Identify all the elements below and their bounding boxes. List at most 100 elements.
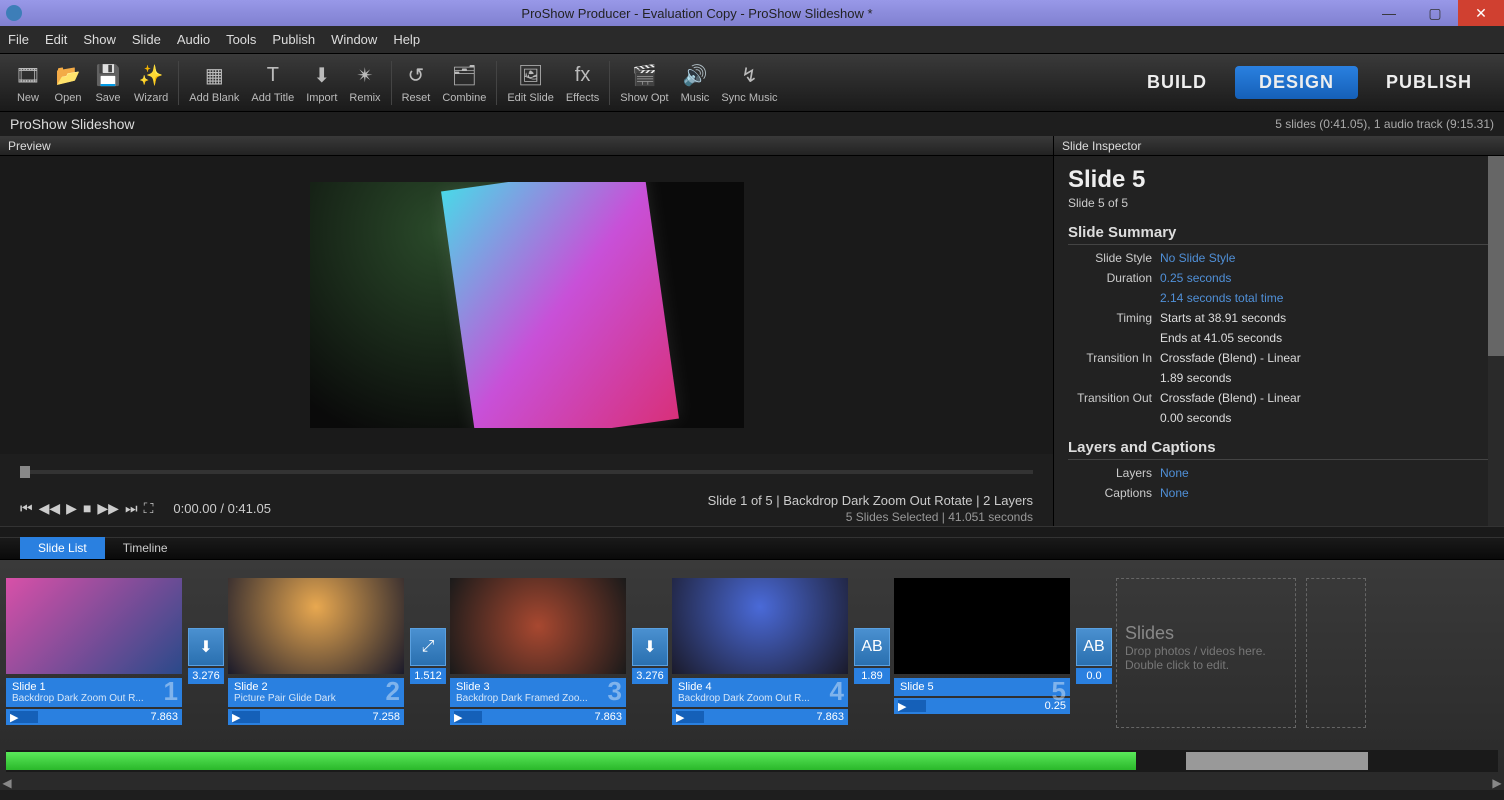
- effects-button[interactable]: fxEffects: [560, 60, 605, 106]
- slide-cell[interactable]: 1Slide 1Backdrop Dark Zoom Out R... ▶ 7.…: [6, 578, 182, 725]
- inspector-row-value: 0.00 seconds: [1160, 411, 1231, 425]
- menu-edit[interactable]: Edit: [45, 32, 67, 47]
- play-icon[interactable]: ▶: [10, 711, 24, 723]
- preview-info: Slide 1 of 5 | Backdrop Dark Zoom Out Ro…: [708, 493, 1033, 524]
- slide-thumbnail[interactable]: [228, 578, 404, 674]
- prev-button[interactable]: ◀◀: [39, 500, 61, 517]
- save-icon: 💾: [94, 62, 122, 90]
- inspector-row: CaptionsNone: [1068, 486, 1490, 500]
- slider-thumb[interactable]: [20, 466, 30, 478]
- build-tab[interactable]: BUILD: [1123, 66, 1231, 99]
- slide-thumbnail[interactable]: [450, 578, 626, 674]
- preview-info-line2: 5 Slides Selected | 41.051 seconds: [708, 510, 1033, 524]
- scroll-left-button[interactable]: ◀: [0, 776, 14, 790]
- inspector-slide-subtitle: Slide 5 of 5: [1068, 196, 1490, 210]
- slide-thumbnail[interactable]: [894, 578, 1070, 674]
- slide-cell[interactable]: 5Slide 5 ▶ 0.25: [894, 578, 1070, 714]
- layers-icon[interactable]: [912, 700, 926, 712]
- inspector-scrollbar[interactable]: [1488, 156, 1504, 526]
- inspector-row-value[interactable]: 2.14 seconds total time: [1160, 291, 1283, 305]
- transition-button[interactable]: ⬇: [632, 628, 668, 666]
- scrollbar-thumb[interactable]: [1488, 156, 1504, 356]
- toolbar: 🎞New 📂Open 💾Save ✨Wizard ▦Add Blank TAdd…: [0, 54, 1504, 112]
- slide-cell[interactable]: 4Slide 4Backdrop Dark Zoom Out R... ▶ 7.…: [672, 578, 848, 725]
- play-icon[interactable]: ▶: [454, 711, 468, 723]
- slide-thumbnail[interactable]: [672, 578, 848, 674]
- menu-slide[interactable]: Slide: [132, 32, 161, 47]
- menu-help[interactable]: Help: [393, 32, 420, 47]
- preview-image: [310, 182, 744, 428]
- slide-cell[interactable]: 2Slide 2Picture Pair Glide Dark ▶ 7.258: [228, 578, 404, 725]
- sync-music-icon: ↯: [735, 62, 763, 90]
- inspector-row-value[interactable]: 0.25 seconds: [1160, 271, 1231, 285]
- last-button[interactable]: ⏭: [125, 500, 138, 517]
- menu-publish[interactable]: Publish: [272, 32, 315, 47]
- play-icon[interactable]: ▶: [898, 700, 912, 712]
- preview-slider[interactable]: [20, 462, 1033, 482]
- transition-button[interactable]: ⬇: [188, 628, 224, 666]
- bottom-scrollbar[interactable]: ◀ ▶: [0, 776, 1504, 790]
- menu-tools[interactable]: Tools: [226, 32, 256, 47]
- transition-button[interactable]: AB: [854, 628, 890, 666]
- close-button[interactable]: ✕: [1458, 0, 1504, 26]
- inspector-row-label: [1068, 331, 1160, 345]
- edit-slide-button[interactable]: 🖼Edit Slide: [501, 60, 559, 106]
- scroll-right-button[interactable]: ▶: [1490, 776, 1504, 790]
- slide-thumbnail[interactable]: [6, 578, 182, 674]
- inspector-row-label: Transition In: [1068, 351, 1160, 365]
- inspector-row-value: Starts at 38.91 seconds: [1160, 311, 1286, 325]
- audio-waveform[interactable]: [6, 750, 1498, 772]
- play-icon[interactable]: ▶: [676, 711, 690, 723]
- slide-duration: 7.258: [372, 711, 400, 723]
- publish-tab[interactable]: PUBLISH: [1362, 66, 1496, 99]
- fullscreen-button[interactable]: ⛶: [144, 500, 154, 517]
- inspector-row-value[interactable]: None: [1160, 466, 1189, 480]
- open-button[interactable]: 📂Open: [48, 60, 88, 106]
- layers-icon[interactable]: [246, 711, 260, 723]
- next-button[interactable]: ▶▶: [97, 500, 119, 517]
- import-button[interactable]: ⬇Import: [300, 60, 343, 106]
- maximize-button[interactable]: ▢: [1412, 0, 1458, 26]
- divider-bar[interactable]: [0, 526, 1504, 538]
- layers-icon[interactable]: [690, 711, 704, 723]
- menu-show[interactable]: Show: [83, 32, 116, 47]
- stop-button[interactable]: ■: [83, 500, 91, 517]
- new-button[interactable]: 🎞New: [8, 60, 48, 106]
- menu-file[interactable]: File: [8, 32, 29, 47]
- first-button[interactable]: ⏮: [20, 500, 33, 517]
- slides-dropzone-2[interactable]: [1306, 578, 1366, 728]
- show-name-bar: ProShow Slideshow 5 slides (0:41.05), 1 …: [0, 112, 1504, 136]
- sync-music-button[interactable]: ↯Sync Music: [715, 60, 783, 106]
- preview-info-line1: Slide 1 of 5 | Backdrop Dark Zoom Out Ro…: [708, 493, 1033, 508]
- remix-button[interactable]: ✴Remix: [343, 60, 386, 106]
- layers-icon[interactable]: [24, 711, 38, 723]
- inspector-row-value[interactable]: No Slide Style: [1160, 251, 1235, 265]
- reset-button[interactable]: ↺Reset: [396, 60, 437, 106]
- wizard-button[interactable]: ✨Wizard: [128, 60, 174, 106]
- inspector-row-value[interactable]: None: [1160, 486, 1189, 500]
- layers-icon[interactable]: [468, 711, 482, 723]
- menu-audio[interactable]: Audio: [177, 32, 210, 47]
- transition-button[interactable]: ⤢: [410, 628, 446, 666]
- menu-window[interactable]: Window: [331, 32, 377, 47]
- play-icon[interactable]: ▶: [232, 711, 246, 723]
- slide-list-tab[interactable]: Slide List: [20, 537, 105, 559]
- combine-button[interactable]: 🗂Combine: [436, 60, 492, 106]
- timeline-tab[interactable]: Timeline: [105, 537, 186, 559]
- titlebar: ProShow Producer - Evaluation Copy - Pro…: [0, 0, 1504, 26]
- inspector-row: Slide StyleNo Slide Style: [1068, 251, 1490, 265]
- inspector-row-value: Crossfade (Blend) - Linear: [1160, 351, 1301, 365]
- add-blank-button[interactable]: ▦Add Blank: [183, 60, 245, 106]
- minimize-button[interactable]: —: [1366, 0, 1412, 26]
- slide-cell[interactable]: 3Slide 3Backdrop Dark Framed Zoo... ▶ 7.…: [450, 578, 626, 725]
- play-button[interactable]: ▶: [66, 500, 77, 517]
- slide-summary-header: Slide Summary: [1068, 224, 1490, 245]
- slides-dropzone[interactable]: SlidesDrop photos / videos here.Double c…: [1116, 578, 1296, 728]
- transition-button[interactable]: AB: [1076, 628, 1112, 666]
- save-button[interactable]: 💾Save: [88, 60, 128, 106]
- preview-body[interactable]: [0, 156, 1053, 454]
- add-title-button[interactable]: TAdd Title: [245, 60, 300, 106]
- show-opt-button[interactable]: 🎬Show Opt: [614, 60, 674, 106]
- design-tab[interactable]: DESIGN: [1235, 66, 1358, 99]
- music-button[interactable]: 🔊Music: [675, 60, 716, 106]
